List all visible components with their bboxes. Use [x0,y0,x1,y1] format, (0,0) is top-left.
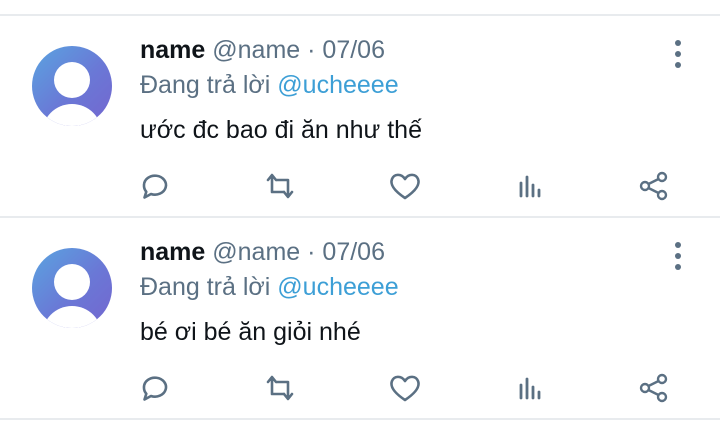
analytics-icon [519,377,541,400]
avatar-head-shape [54,62,90,98]
tweet-header: name @name · 07/06 [140,238,385,267]
tweet-date[interactable]: 07/06 [322,238,385,266]
retweet-icon [266,375,294,401]
reply-prefix: Đang trả lời [140,71,271,99]
more-options-icon[interactable] [670,40,686,70]
heart-icon [390,375,420,402]
reply-prefix: Đang trả lời [140,273,271,301]
avatar-head-shape [54,264,90,300]
reply-mention-link[interactable]: @ucheeee [277,273,398,301]
retweet-button[interactable] [260,368,300,408]
like-button[interactable] [385,166,425,206]
share-icon [639,373,668,403]
handle[interactable]: @name [212,36,300,64]
display-name[interactable]: name [140,36,205,64]
reply-context: Đang trả lời @ucheeee [140,273,399,302]
share-button[interactable] [634,166,674,206]
reply-context: Đang trả lời @ucheeee [140,71,399,100]
analytics-button[interactable] [510,166,550,206]
analytics-button[interactable] [510,368,550,408]
heart-icon [390,173,420,200]
reply-icon [142,376,168,401]
retweet-button[interactable] [260,166,300,206]
like-button[interactable] [385,368,425,408]
avatar[interactable] [32,248,112,328]
reply-mention-link[interactable]: @ucheeee [277,71,398,99]
handle[interactable]: @name [212,238,300,266]
tweet-card[interactable]: name @name · 07/06 Đang trả lời @ucheeee… [0,16,720,216]
avatar[interactable] [32,46,112,126]
avatar-body-shape [42,306,102,328]
retweet-icon [266,173,294,199]
tweet-date[interactable]: 07/06 [322,36,385,64]
reply-button[interactable] [136,166,176,206]
reply-button[interactable] [136,368,176,408]
share-button[interactable] [634,368,674,408]
bottom-divider [0,418,720,420]
more-options-icon[interactable] [670,242,686,272]
display-name[interactable]: name [140,238,205,266]
tweet-card[interactable]: name @name · 07/06 Đang trả lời @ucheeee… [0,218,720,418]
analytics-icon [519,175,541,198]
separator: · [307,238,316,266]
separator: · [307,36,316,64]
tweet-text: ước đc bao đi ăn như thế [140,116,422,144]
tweet-text: bé ơi bé ăn giỏi nhé [140,318,361,346]
share-icon [639,171,668,201]
reply-icon [142,174,168,199]
tweet-header: name @name · 07/06 [140,36,385,65]
avatar-body-shape [42,104,102,126]
